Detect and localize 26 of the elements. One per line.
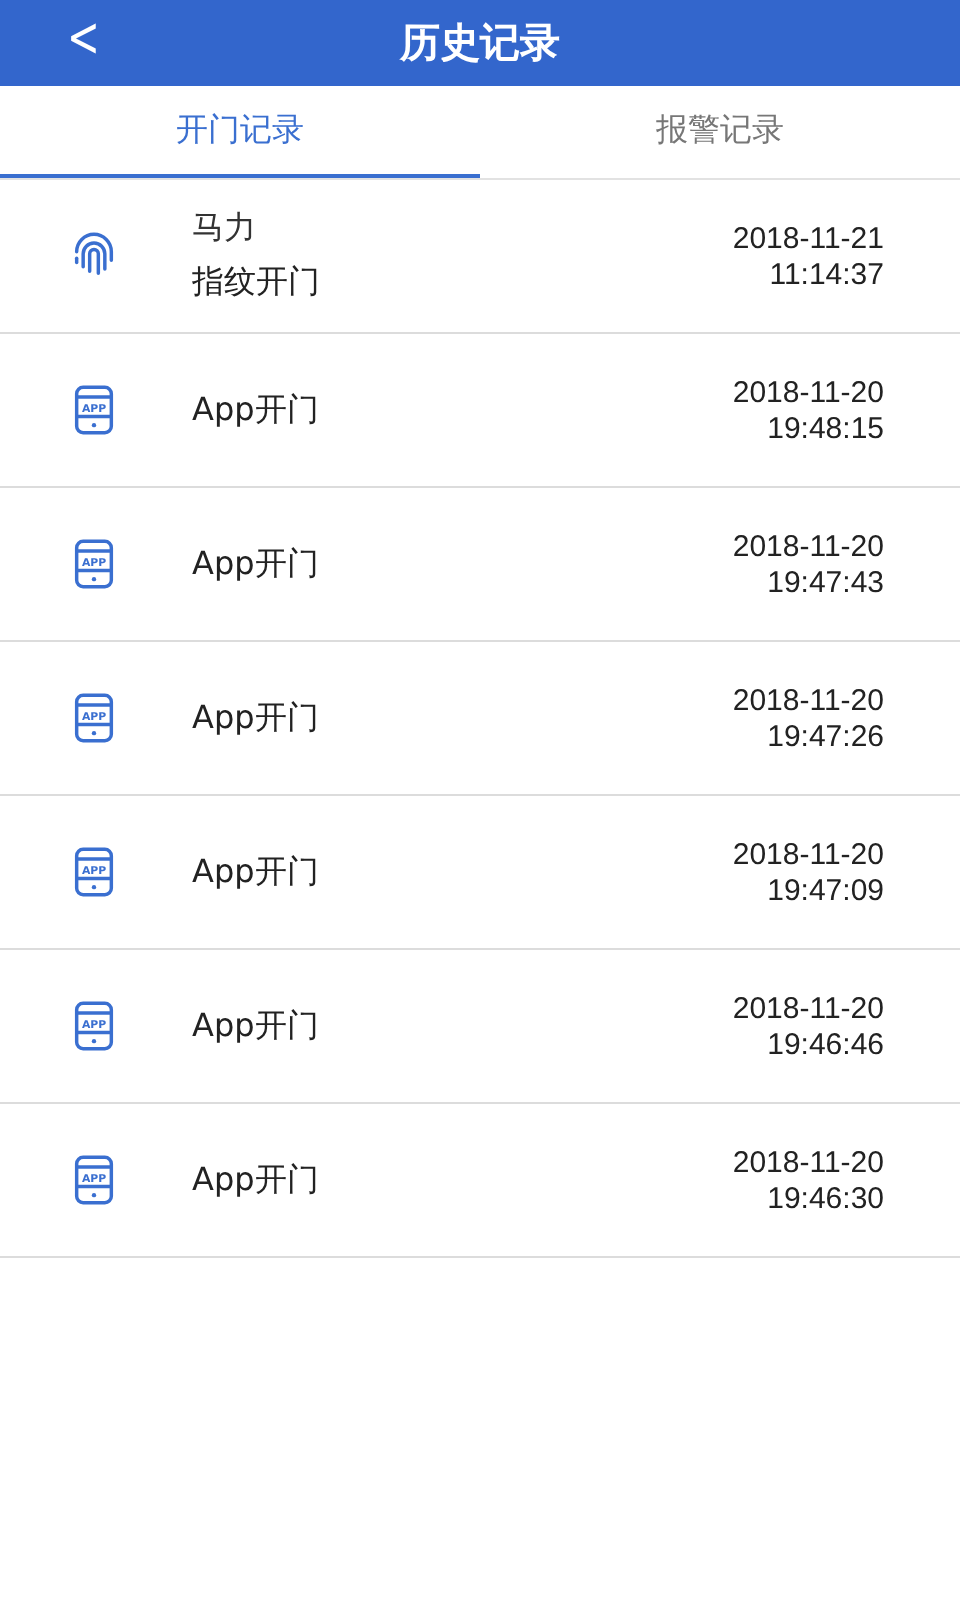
unlock-method: App开门 (192, 1005, 321, 1047)
record-time: 19:46:30 (767, 1181, 884, 1215)
unlock-method: App开门 (192, 543, 321, 585)
record-date: 2018-11-20 (732, 837, 884, 871)
unlock-method: App开门 (192, 851, 321, 893)
record-time: 19:48:15 (767, 411, 884, 445)
record-time: 11:14:37 (769, 257, 884, 291)
tab[interactable]: 报警记录 (480, 86, 960, 178)
record-time: 19:47:43 (767, 565, 884, 599)
record-time: 19:47:26 (767, 719, 884, 753)
record-date: 2018-11-20 (732, 529, 884, 563)
tab[interactable]: 开门记录 (0, 86, 480, 178)
record-time: 19:46:46 (767, 1027, 884, 1061)
unlock-method: App开门 (192, 389, 321, 431)
record-date: 2018-11-20 (732, 1145, 884, 1179)
record-date: 2018-11-20 (732, 683, 884, 717)
unlock-method: App开门 (192, 1159, 321, 1201)
back-button[interactable]: < (61, 4, 106, 70)
unlock-method: App开门 (192, 697, 321, 739)
page-title: 历史记录 (400, 16, 560, 70)
record-time: 19:47:09 (767, 873, 884, 907)
record-date: 2018-11-21 (732, 221, 884, 255)
user-name: 马力 (192, 208, 258, 250)
unlock-method: 指纹开门 (192, 262, 322, 304)
record-date: 2018-11-20 (732, 991, 884, 1025)
record-date: 2018-11-20 (732, 375, 884, 409)
